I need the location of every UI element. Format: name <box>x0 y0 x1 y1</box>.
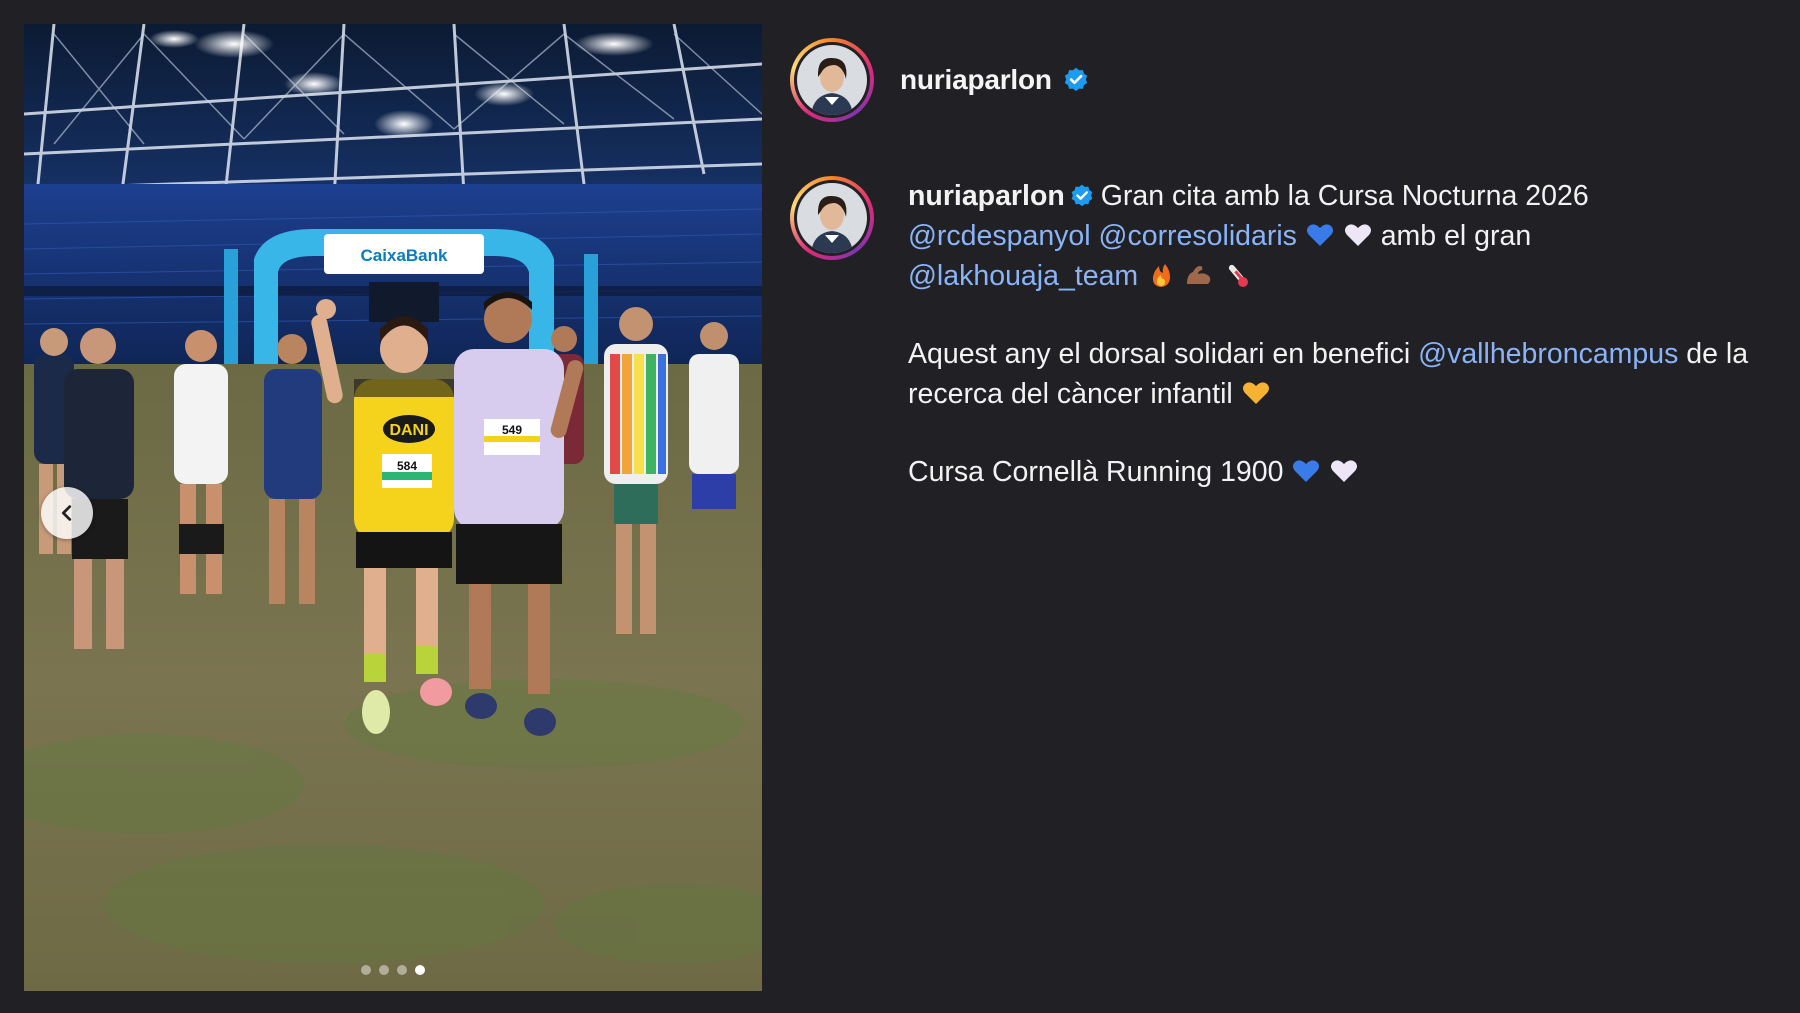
caption-paragraph-3: Cursa Cornellà Running 1900 <box>908 452 1780 492</box>
carousel-indicator <box>24 965 762 975</box>
mention-rcdespanyol[interactable]: @rcdespanyol <box>908 220 1091 252</box>
caption-username[interactable]: nuriaparlon <box>908 180 1065 212</box>
mention-corresolidaris[interactable]: @corresolidaris <box>1099 220 1297 252</box>
post-viewer: CaixaBank DANI 584 549 nuriaparlon nuria… <box>0 0 1800 1013</box>
mention-vallhebroncampus[interactable]: @vallhebroncampus <box>1418 338 1678 370</box>
verified-badge-icon <box>1064 67 1088 92</box>
caption-paragraph-1: nuriaparlon Gran cita amb la Cursa Noctur… <box>908 176 1780 296</box>
mention-lakhouaja-team[interactable]: @lakhouaja_team <box>908 260 1138 292</box>
caption-paragraph-2: Aquest any el dorsal solidari en benefic… <box>908 334 1780 414</box>
carousel-dot[interactable] <box>361 965 371 975</box>
chevron-left-icon <box>61 505 72 521</box>
caption-body: nuriaparlon Gran cita amb la Cursa Noctur… <box>908 176 1780 530</box>
white-heart-emoji <box>1329 456 1359 486</box>
verified-badge-icon <box>1071 184 1093 207</box>
avatar-image <box>797 45 867 115</box>
bib-number-left: 584 <box>397 459 417 473</box>
carousel-prev-button[interactable] <box>41 487 93 539</box>
shirt-text: DANI <box>389 422 428 439</box>
carousel-dot[interactable] <box>379 965 389 975</box>
blue-heart-emoji <box>1305 220 1335 250</box>
caption-line-1: Gran cita amb la Cursa Nocturna 2026 <box>1100 180 1589 212</box>
post-header: nuriaparlon <box>790 38 1090 122</box>
carousel-dot[interactable] <box>397 965 407 975</box>
avatar-image <box>797 183 867 253</box>
caption-avatar[interactable] <box>790 176 874 260</box>
post-caption: nuriaparlon Gran cita amb la Cursa Noctur… <box>790 176 1780 530</box>
blue-heart-emoji <box>1291 456 1321 486</box>
white-heart-emoji <box>1343 220 1373 250</box>
thermometer-emoji <box>1222 260 1252 290</box>
flexed-biceps-emoji <box>1184 260 1214 290</box>
avatar[interactable] <box>790 38 874 122</box>
post-media[interactable]: CaixaBank DANI 584 549 <box>24 24 762 991</box>
caption-cursa-cornella: Cursa Cornellà Running 1900 <box>908 456 1284 488</box>
carousel-dot-active[interactable] <box>415 965 425 975</box>
yellow-heart-emoji <box>1241 378 1271 408</box>
header-username[interactable]: nuriaparlon <box>900 64 1052 96</box>
fire-emoji <box>1146 260 1176 290</box>
caption-dorsal-text: Aquest any el dorsal solidari en benefic… <box>908 338 1411 370</box>
arch-sponsor-label: CaixaBank <box>361 246 448 265</box>
bib-number-right: 549 <box>502 423 522 437</box>
post-photo: CaixaBank DANI 584 549 <box>24 24 762 991</box>
caption-amb-el-gran: amb el gran <box>1380 220 1532 252</box>
